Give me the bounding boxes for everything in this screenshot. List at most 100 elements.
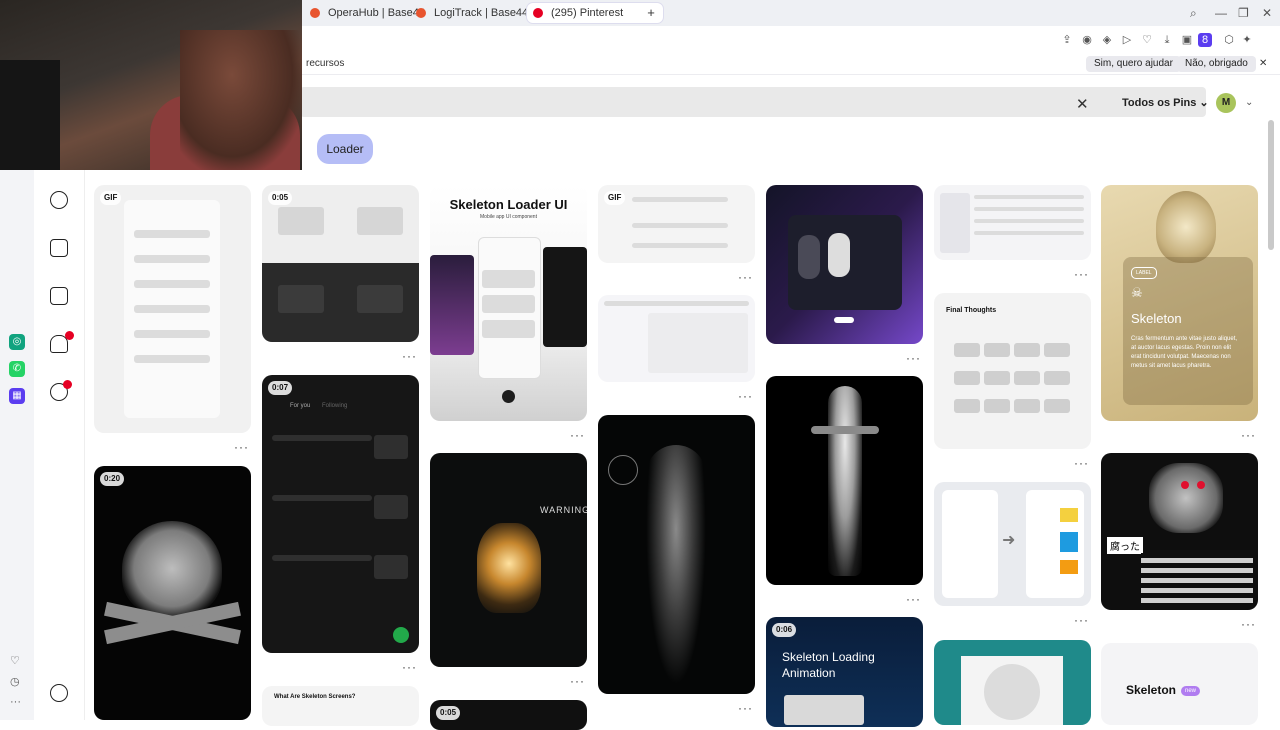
notification-badge: [65, 331, 74, 340]
pin-final-thoughts[interactable]: Final Thoughts: [934, 293, 1091, 449]
tab-logitrack[interactable]: LogiTrack | Base44: [410, 3, 544, 23]
accept-help-button[interactable]: Sim, quero ajudar: [1086, 56, 1181, 72]
duration-badge: 0:05: [268, 191, 293, 205]
chatgpt-icon[interactable]: ◎: [9, 334, 25, 350]
pin-skeleton-app-flow[interactable]: ➜: [934, 482, 1091, 606]
settings-cube-icon[interactable]: ⬡: [1222, 33, 1236, 47]
pin-skeleton-form-gif[interactable]: GIF: [598, 185, 755, 263]
pin-dark-app-ui[interactable]: [766, 185, 923, 344]
explore-icon[interactable]: [50, 191, 68, 209]
pin-filter-dropdown[interactable]: Todos os Pins ⌄: [1122, 96, 1209, 109]
pin-more-button[interactable]: ···: [1074, 267, 1089, 281]
tab-label: LogiTrack | Base44: [434, 7, 529, 19]
pin-what-are-skeleton-screens[interactable]: What Are Skeleton Screens?: [262, 686, 419, 726]
avatar[interactable]: M: [1216, 93, 1236, 113]
base44-favicon-icon: [416, 8, 426, 18]
pin-more-button[interactable]: ···: [1074, 613, 1089, 627]
profile-icon[interactable]: 8: [1198, 33, 1212, 47]
pin-skeleton-grid-video[interactable]: 0:05: [262, 185, 419, 342]
warning-text: WARNING: [540, 505, 587, 515]
workspace-icon[interactable]: ▦: [9, 388, 25, 404]
clear-search-button[interactable]: ✕: [1076, 95, 1089, 113]
pin-subtitle: Mobile app UI component: [480, 214, 537, 220]
aria-ai-icon[interactable]: ✦: [1240, 33, 1254, 47]
play-icon[interactable]: ▷: [1120, 33, 1134, 47]
pin-title: Skeleton: [1131, 311, 1182, 326]
chevron-down-icon: ⌄: [1199, 97, 1209, 109]
pin-skeleton-label-card[interactable]: LABEL ☠ Skeleton Cras fermentum ante vit…: [1101, 185, 1258, 421]
pin-more-button[interactable]: ···: [234, 440, 249, 454]
decline-help-button[interactable]: Não, obrigado: [1177, 56, 1256, 72]
search-input[interactable]: [300, 87, 1206, 117]
pin-more-button[interactable]: ···: [1241, 617, 1256, 631]
base44-favicon-icon: [310, 8, 320, 18]
pin-skull-ascii-video[interactable]: 0:20: [94, 466, 251, 720]
more-icon[interactable]: ···: [10, 696, 21, 708]
search-chip-loader[interactable]: Loader: [317, 134, 373, 164]
pin-more-button[interactable]: ···: [570, 428, 585, 442]
download-icon[interactable]: ⤓: [1160, 33, 1174, 47]
search-tabs-icon[interactable]: ⌕: [1190, 6, 1197, 21]
pin-heading: What Are Skeleton Screens?: [274, 694, 356, 700]
pin-skeleton-loading-animation[interactable]: 0:06 Skeleton Loading Animation: [766, 617, 923, 727]
pin-skeleton-new[interactable]: Skeleton new: [1101, 643, 1258, 725]
pin-more-button[interactable]: ···: [1074, 456, 1089, 470]
arrow-right-icon: ➜: [1002, 532, 1016, 549]
webcam-overlay: [0, 0, 302, 170]
shield-icon[interactable]: ◈: [1100, 33, 1114, 47]
gif-badge: GIF: [100, 191, 122, 205]
pin-more-button[interactable]: ···: [570, 674, 585, 688]
label-tag: LABEL: [1131, 267, 1157, 279]
tab-for-you: For you: [290, 403, 311, 409]
pin-dark-video[interactable]: 0:05: [430, 700, 587, 730]
minimize-button[interactable]: —: [1215, 6, 1227, 20]
pin-more-button[interactable]: ···: [402, 349, 417, 363]
share-icon[interactable]: ⇪: [1060, 33, 1074, 47]
pin-skeleton-pixel-art[interactable]: 腐った: [1101, 453, 1258, 610]
heart-icon[interactable]: ♡: [10, 654, 20, 667]
tab-pinterest[interactable]: (295) Pinterest: [527, 3, 663, 23]
create-icon[interactable]: [50, 287, 68, 305]
extensions-icon[interactable]: ▣: [1180, 33, 1194, 47]
pinterest-favicon-icon: [533, 8, 543, 18]
duration-badge: 0:05: [436, 706, 461, 720]
pin-title: Skeleton Loader UI: [449, 197, 568, 212]
whatsapp-icon[interactable]: ✆: [9, 361, 25, 377]
page-scrollbar[interactable]: [1268, 120, 1274, 250]
settings-icon[interactable]: [50, 684, 68, 702]
heart-icon[interactable]: ♡: [1140, 33, 1154, 47]
close-window-button[interactable]: ✕: [1262, 6, 1272, 20]
pin-skeleton-anatomy[interactable]: [766, 376, 923, 585]
pin-dark-feed-skeleton[interactable]: 0:07 For you Following: [262, 375, 419, 653]
history-icon[interactable]: ◷: [10, 675, 20, 688]
pin-skeleton-dashboard[interactable]: [598, 295, 755, 382]
pin-more-button[interactable]: ···: [906, 351, 921, 365]
pin-warning-ribcage[interactable]: WARNING: [430, 453, 587, 667]
pin-more-button[interactable]: ···: [738, 270, 753, 284]
infobar-close-button[interactable]: ✕: [1259, 58, 1267, 69]
pin-more-button[interactable]: ···: [738, 389, 753, 403]
restore-button[interactable]: ❐: [1238, 6, 1249, 20]
pin-title: Skeleton: [1126, 683, 1177, 697]
pin-skeleton-loader-ui[interactable]: Skeleton Loader UI Mobile app UI compone…: [430, 185, 587, 421]
tab-following: Following: [322, 403, 348, 409]
pin-body: Cras fermentum ante vitae justo aliquet,…: [1131, 336, 1238, 369]
compose-icon: [393, 627, 409, 643]
duration-badge: 0:06: [772, 623, 797, 637]
pin-skeleton-table[interactable]: [934, 185, 1091, 260]
pin-more-button[interactable]: ···: [1241, 428, 1256, 442]
duration-badge: 0:07: [268, 381, 293, 395]
pin-more-button[interactable]: ···: [402, 660, 417, 674]
chevron-down-icon[interactable]: ⌄: [1245, 97, 1253, 108]
pin-xray-skeleton-hud[interactable]: [598, 415, 755, 694]
pin-skeleton-list-gif[interactable]: GIF: [94, 185, 251, 433]
pin-more-button[interactable]: ···: [906, 592, 921, 606]
new-tab-button[interactable]: +: [644, 3, 658, 23]
pin-more-button[interactable]: ···: [738, 701, 753, 715]
camera-icon[interactable]: ◉: [1080, 33, 1094, 47]
gif-badge: GIF: [604, 191, 626, 205]
infobar-text: recursos: [306, 58, 345, 69]
boards-icon[interactable]: [50, 239, 68, 257]
message-badge: [63, 380, 72, 389]
pin-teal-skeleton-card[interactable]: [934, 640, 1091, 725]
